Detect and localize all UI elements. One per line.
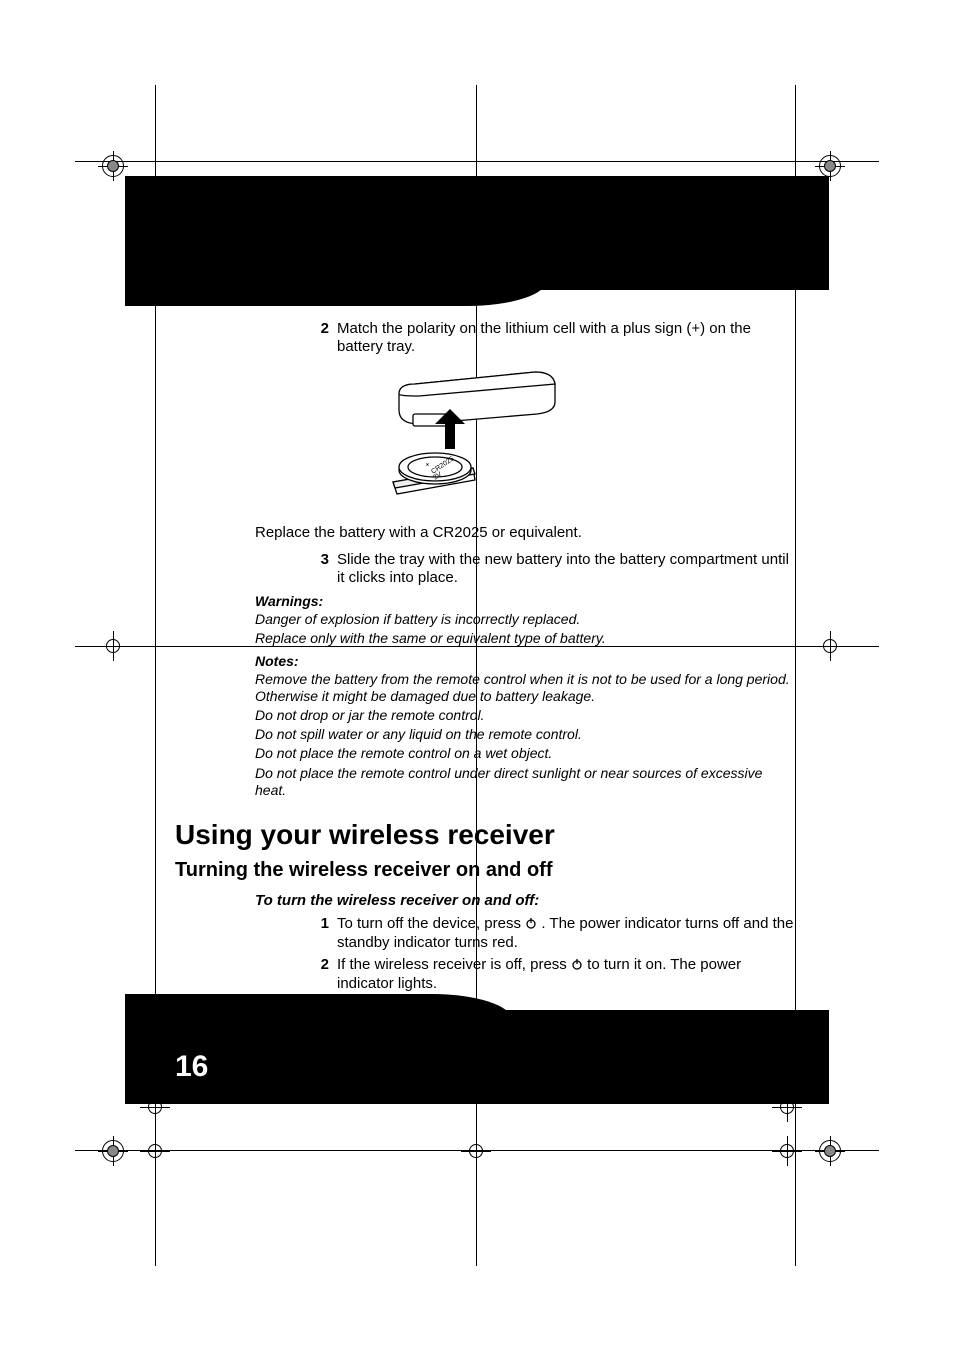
page-number: 16: [175, 1050, 208, 1084]
note-line: Do not drop or jar the remote control.: [255, 707, 794, 724]
warning-line: Replace only with the same or equivalent…: [255, 630, 794, 647]
note-line: Do not spill water or any liquid on the …: [255, 726, 794, 743]
crosshair-icon: [140, 1136, 170, 1166]
step-number: 2: [311, 956, 337, 993]
header-banner: [125, 176, 829, 290]
note-line: Do not place the remote control under di…: [255, 765, 794, 799]
manual-page: 2 Match the polarity on the lithium cell…: [0, 0, 954, 1351]
proc2-text-a: If the wireless receiver is off, press: [337, 956, 571, 973]
crosshair-icon: [772, 1136, 802, 1166]
registration-mark-icon: [815, 1136, 845, 1166]
step-2: 2 Match the polarity on the lithium cell…: [231, 320, 794, 356]
procedure-heading: To turn the wireless receiver on and off…: [255, 892, 794, 909]
step-3: 3 Slide the tray with the new battery in…: [231, 551, 794, 587]
warning-line: Danger of explosion if battery is incorr…: [255, 611, 794, 628]
procedure-step-2: 2 If the wireless receiver is off, press…: [231, 956, 794, 993]
proc1-text-a: To turn off the device, press: [337, 915, 525, 932]
step-text: Slide the tray with the new battery into…: [337, 551, 794, 587]
step-text: Match the polarity on the lithium cell w…: [337, 320, 794, 356]
step-text: If the wireless receiver is off, press t…: [337, 956, 794, 993]
procedure-step-1: 1 To turn off the device, press . The po…: [231, 915, 794, 952]
crosshair-icon: [461, 1136, 491, 1166]
subsection-heading: Turning the wireless receiver on and off: [175, 859, 794, 882]
step-text: To turn off the device, press . The powe…: [337, 915, 794, 952]
footer-banner: [125, 1010, 829, 1104]
note-line: Remove the battery from the remote contr…: [255, 671, 794, 705]
warnings-heading: Warnings:: [255, 593, 794, 609]
power-icon: [525, 916, 537, 934]
note-line: Do not place the remote control on a wet…: [255, 745, 794, 762]
crosshair-icon: [98, 631, 128, 661]
notes-heading: Notes:: [255, 653, 794, 669]
battery-tray-figure: + CR2025 3V: [375, 364, 575, 514]
replace-battery-text: Replace the battery with a CR2025 or equ…: [255, 524, 794, 541]
step-number: 1: [311, 915, 337, 952]
registration-mark-icon: [98, 1136, 128, 1166]
step-number: 3: [311, 551, 337, 587]
registration-mark-icon: [98, 151, 128, 181]
power-icon: [571, 957, 583, 975]
crosshair-icon: [815, 631, 845, 661]
section-heading: Using your wireless receiver: [175, 819, 794, 851]
content-area: 2 Match the polarity on the lithium cell…: [175, 320, 794, 997]
step-number: 2: [311, 320, 337, 356]
crop-line: [75, 161, 879, 162]
